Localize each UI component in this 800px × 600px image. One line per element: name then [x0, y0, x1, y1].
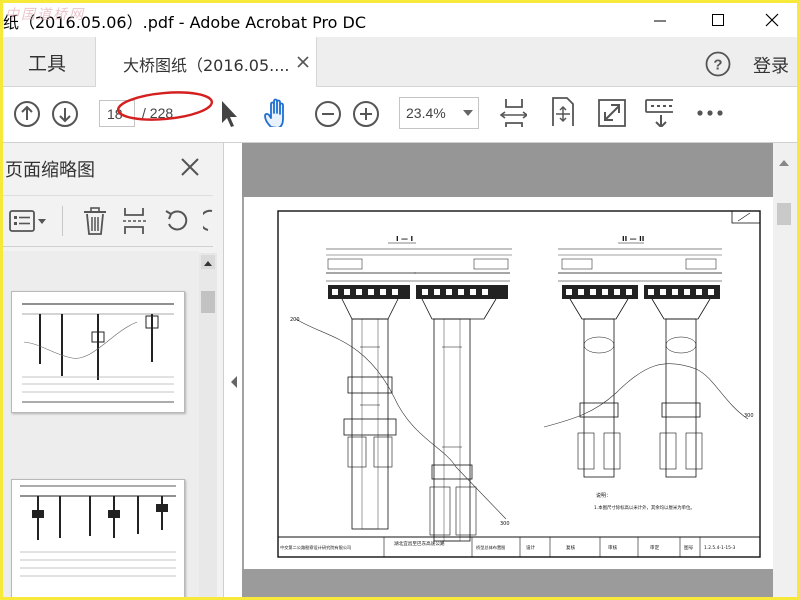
document-viewer: I — I 200 300 II — II 300 说明： 1.本图尺寸除标高以… — [242, 143, 776, 597]
annotation-ellipse — [116, 91, 214, 121]
notes-text: 1.本图尺寸除标高以米计外，其余均以厘米为单位。 — [594, 504, 695, 511]
page-gap — [242, 569, 776, 597]
scrollbar-thumb[interactable] — [201, 291, 215, 313]
title-block-design: 设计 — [526, 544, 536, 551]
toolbar-divider — [62, 206, 63, 236]
close-tab-icon[interactable] — [296, 55, 310, 69]
help-icon[interactable]: ? — [705, 51, 731, 77]
page-thumbnail[interactable] — [11, 291, 185, 413]
page-gap — [242, 143, 776, 197]
rotate-clockwise-icon[interactable] — [203, 206, 213, 234]
chevron-down-icon — [463, 110, 473, 116]
page-thumbnail[interactable] — [11, 479, 185, 597]
previous-page-icon[interactable] — [12, 99, 42, 129]
thumbnail-list: 15 — [3, 251, 199, 597]
title-bar: 纸（2016.05.06）.pdf - Adobe Acrobat Pro DC… — [3, 3, 797, 37]
acrobat-window: 纸（2016.05.06）.pdf - Adobe Acrobat Pro DC… — [3, 3, 797, 597]
title-block-drawing: 桥型总体布置图 — [476, 544, 505, 551]
zoom-select[interactable]: 23.4% — [399, 97, 479, 129]
tab-row: 工具 大桥图纸（2016.05.... ? 登录 — [3, 37, 797, 88]
watermark-text: 中国道桥网 — [5, 7, 85, 23]
minimize-icon — [654, 20, 666, 22]
scrollbar-thumb[interactable] — [777, 203, 791, 225]
more-options-icon[interactable] — [695, 101, 725, 131]
minimize-button[interactable] — [637, 3, 683, 37]
tab-tools[interactable]: 工具 — [3, 37, 91, 87]
tab-document[interactable]: 大桥图纸（2016.05.... — [95, 37, 317, 88]
maximize-icon — [712, 14, 724, 26]
title-block-sheet-no: 1.2.5.4-1-15-3 — [704, 545, 735, 551]
maximize-button[interactable] — [695, 3, 741, 37]
delete-page-icon[interactable] — [82, 206, 108, 236]
zoom-out-icon[interactable] — [313, 99, 343, 129]
full-screen-icon[interactable] — [597, 97, 627, 127]
title-block-project: 湖北宜昌至巴东高速公路 — [394, 540, 445, 547]
hand-tool-icon[interactable] — [261, 97, 291, 127]
zoom-value: 23.4% — [406, 105, 446, 121]
svg-text:300: 300 — [500, 521, 510, 527]
login-link[interactable]: 登录 — [753, 52, 789, 78]
thumbnail-toolbar — [3, 195, 213, 247]
scroll-up-button[interactable] — [201, 255, 215, 269]
panel-title: 页面缩略图 — [5, 160, 95, 181]
insert-page-icon[interactable] — [121, 206, 149, 236]
svg-text:?: ? — [713, 57, 722, 74]
collapse-panel-icon[interactable] — [229, 375, 239, 389]
thumbnail-drawing — [22, 303, 174, 403]
document-tab-label: 大桥图纸（2016.05.... — [123, 56, 290, 75]
rotate-view-icon[interactable] — [547, 96, 577, 126]
bridge-drawing: I — I 200 300 II — II 300 说明： 1.本图尺寸除标高以… — [277, 210, 761, 558]
section-title-right: II — II — [622, 235, 644, 243]
document-page[interactable]: I — I 200 300 II — II 300 说明： 1.本图尺寸除标高以… — [244, 197, 774, 569]
chevron-up-icon — [204, 261, 212, 266]
fit-page-icon[interactable] — [497, 97, 527, 127]
next-page-icon[interactable] — [50, 99, 80, 129]
svg-text:300: 300 — [744, 413, 754, 419]
title-block-org: 中交第二公路勘察设计研究院有限公司 — [280, 544, 351, 551]
document-scrollbar[interactable] — [773, 143, 797, 597]
close-window-button[interactable] — [749, 3, 795, 37]
notes-heading: 说明： — [596, 492, 611, 499]
select-cursor-icon[interactable] — [217, 98, 247, 128]
thumbnail-scrollbar[interactable] — [199, 253, 217, 597]
section-title-left: I — I — [396, 235, 413, 243]
close-panel-icon[interactable] — [179, 156, 201, 178]
title-block-sheet-label: 图号 — [684, 545, 694, 551]
zoom-in-icon[interactable] — [351, 99, 381, 129]
thumbnails-panel: 页面缩略图 — [3, 143, 224, 597]
read-mode-icon[interactable] — [643, 97, 673, 127]
rotate-counterclockwise-icon[interactable] — [163, 206, 191, 234]
title-block-review: 复核 — [566, 544, 576, 551]
options-menu-icon[interactable] — [9, 208, 47, 234]
title-block-approve: 审定 — [650, 544, 660, 551]
scroll-up-icon[interactable] — [778, 158, 790, 168]
svg-text:200: 200 — [290, 317, 300, 323]
close-icon — [765, 13, 779, 27]
thumbnail-drawing — [20, 485, 176, 577]
title-block-check: 审核 — [608, 544, 618, 551]
